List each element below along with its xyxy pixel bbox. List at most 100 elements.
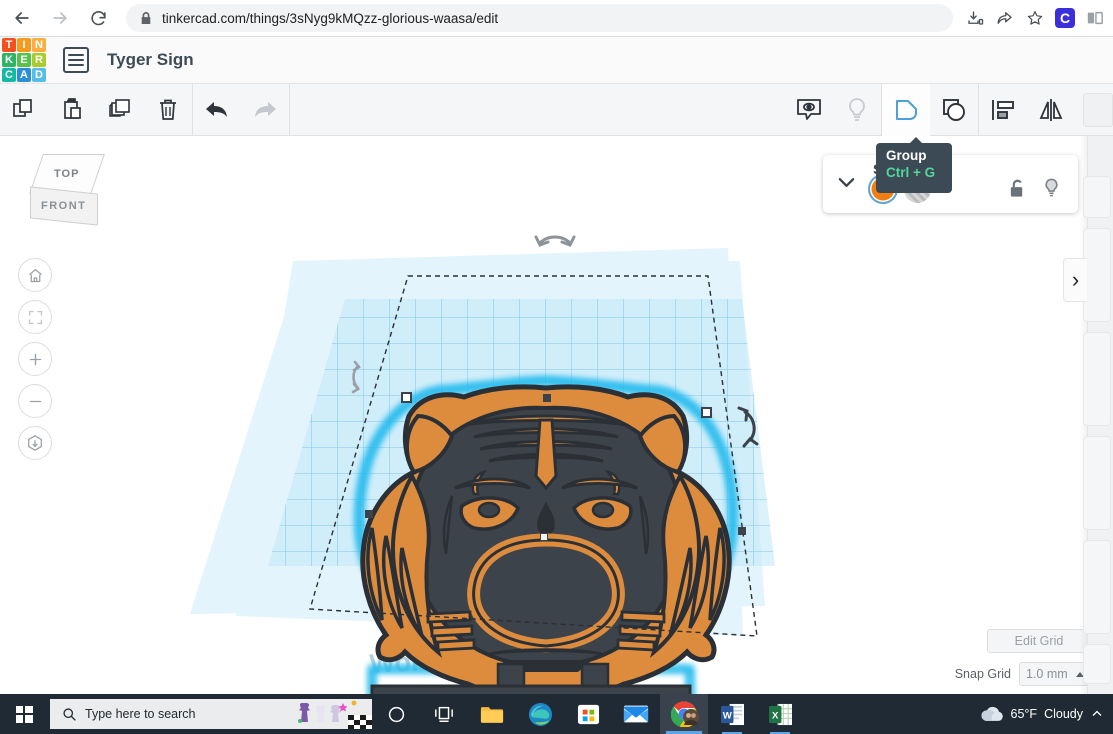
- grid-controls: Edit Grid Snap Grid 1.0 mm: [955, 629, 1091, 686]
- delete-button[interactable]: [144, 84, 192, 136]
- redo-button[interactable]: [241, 84, 289, 136]
- chevron-down-icon[interactable]: [837, 174, 856, 194]
- taskbar-task-view[interactable]: [420, 694, 468, 734]
- side-handle-right[interactable]: [738, 527, 746, 535]
- tray-expand-icon[interactable]: [1091, 708, 1103, 720]
- url-text: tinkercad.com/things/3sNyg9kMQzz-gloriou…: [162, 11, 498, 26]
- hide-button[interactable]: [833, 84, 881, 136]
- rotation-handle-top: [536, 237, 574, 245]
- screen: tinkercad.com/things/3sNyg9kMQzz-gloriou…: [0, 0, 1113, 734]
- undo-button[interactable]: [193, 84, 241, 136]
- circle-icon: [387, 705, 406, 724]
- taskbar-excel[interactable]: X: [756, 694, 804, 734]
- side-handle-left[interactable]: [365, 510, 373, 518]
- logo-tile: N: [32, 38, 46, 52]
- mirror-button[interactable]: [1027, 84, 1075, 136]
- align-button[interactable]: [979, 84, 1027, 136]
- snap-grid-row: Snap Grid 1.0 mm: [955, 662, 1091, 686]
- rail-card[interactable]: [1083, 332, 1111, 426]
- extension-badge-c[interactable]: C: [1051, 4, 1079, 32]
- taskbar-word[interactable]: W: [708, 694, 756, 734]
- logo-tile: I: [17, 38, 31, 52]
- svg-text:X: X: [772, 710, 779, 721]
- snap-grid-label: Snap Grid: [955, 667, 1011, 681]
- edge-icon: [528, 702, 553, 727]
- taskbar-edge[interactable]: [516, 694, 564, 734]
- copy-button[interactable]: [0, 84, 48, 136]
- side-handle-top[interactable]: [543, 394, 551, 402]
- base-plate[interactable]: [372, 686, 690, 694]
- logo-tile: A: [17, 68, 31, 82]
- rail-card[interactable]: [1083, 644, 1111, 684]
- taskbar-chrome[interactable]: [660, 694, 708, 734]
- logo-tile: C: [2, 68, 16, 82]
- tinkercad-logo[interactable]: T I N K E R C A D: [2, 38, 46, 82]
- unlock-icon[interactable]: [1008, 178, 1027, 205]
- windows-logo-icon: [16, 706, 33, 723]
- start-button[interactable]: [0, 694, 48, 734]
- logo-tile: R: [32, 53, 46, 67]
- taskbar-mail[interactable]: [612, 694, 660, 734]
- chess-illustration-icon: [296, 699, 372, 729]
- editor-toolbar: [0, 84, 1113, 136]
- rail-card[interactable]: [1083, 436, 1111, 530]
- paste-button[interactable]: [48, 84, 96, 136]
- group-tooltip: Group Ctrl + G: [876, 143, 952, 193]
- browser-actions: C: [961, 4, 1113, 32]
- address-bar[interactable]: tinkercad.com/things/3sNyg9kMQzz-gloriou…: [126, 4, 953, 32]
- notes-button[interactable]: [785, 84, 833, 136]
- lightbulb-icon[interactable]: [1042, 177, 1061, 205]
- side-panel-icon[interactable]: [1081, 4, 1109, 32]
- folder-icon: [480, 704, 504, 725]
- share-icon[interactable]: [991, 4, 1019, 32]
- list-menu-icon[interactable]: [63, 47, 89, 73]
- taskbar-file-explorer[interactable]: [468, 694, 516, 734]
- taskbar-search[interactable]: Type here to search: [50, 699, 372, 729]
- right-side-rail[interactable]: [1087, 136, 1113, 694]
- cloud-icon: [980, 706, 1004, 722]
- selection-handle-tl[interactable]: [401, 392, 412, 403]
- bookmark-star-icon[interactable]: [1021, 4, 1049, 32]
- model-stage[interactable]: Workplane: [0, 136, 1113, 694]
- expand-panel-button[interactable]: ›: [1063, 258, 1087, 302]
- mail-icon: [623, 704, 649, 724]
- browser-toolbar: tinkercad.com/things/3sNyg9kMQzz-gloriou…: [0, 0, 1113, 36]
- group-button[interactable]: [882, 84, 930, 136]
- tooltip-title: Group: [886, 148, 942, 163]
- taskbar-cortana[interactable]: [372, 694, 420, 734]
- word-icon: W: [720, 703, 745, 726]
- app-header: T I N K E R C A D Tyger Sign: [0, 37, 1113, 84]
- magnifier-icon: [62, 707, 77, 722]
- windows-taskbar: Type here to search: [0, 694, 1113, 734]
- rail-card[interactable]: [1083, 228, 1111, 322]
- logo-tile: E: [17, 53, 31, 67]
- logo-tile: D: [32, 68, 46, 82]
- rail-card[interactable]: [1083, 540, 1111, 634]
- toolbar-overflow-button[interactable]: [1083, 93, 1113, 127]
- lock-icon: [140, 11, 152, 25]
- selection-handle-tr[interactable]: [701, 407, 712, 418]
- avatar: [683, 709, 699, 725]
- ungroup-button[interactable]: [930, 84, 978, 136]
- rail-card[interactable]: [1083, 176, 1111, 218]
- task-view-icon: [433, 704, 455, 724]
- duplicate-button[interactable]: [96, 84, 144, 136]
- editor-viewport[interactable]: TOP FRONT: [0, 136, 1113, 694]
- excel-icon: X: [768, 703, 793, 726]
- weather-widget[interactable]: 65°F Cloudy: [980, 706, 1083, 722]
- taskbar-search-placeholder: Type here to search: [85, 707, 195, 721]
- tooltip-shortcut: Ctrl + G: [886, 165, 942, 180]
- page-title: Tyger Sign: [107, 50, 194, 70]
- height-handle-center[interactable]: [540, 533, 548, 541]
- logo-tile: T: [2, 38, 16, 52]
- browser-forward-button[interactable]: [44, 2, 76, 34]
- browser-back-button[interactable]: [6, 2, 38, 34]
- browser-reload-button[interactable]: [82, 2, 114, 34]
- install-icon[interactable]: [961, 4, 989, 32]
- svg-text:W: W: [722, 710, 732, 721]
- edit-grid-button[interactable]: Edit Grid: [987, 629, 1091, 653]
- toolbar-divider: [289, 84, 290, 136]
- taskbar-store[interactable]: [564, 694, 612, 734]
- snap-grid-value: 1.0 mm: [1026, 667, 1068, 681]
- store-icon: [577, 703, 600, 726]
